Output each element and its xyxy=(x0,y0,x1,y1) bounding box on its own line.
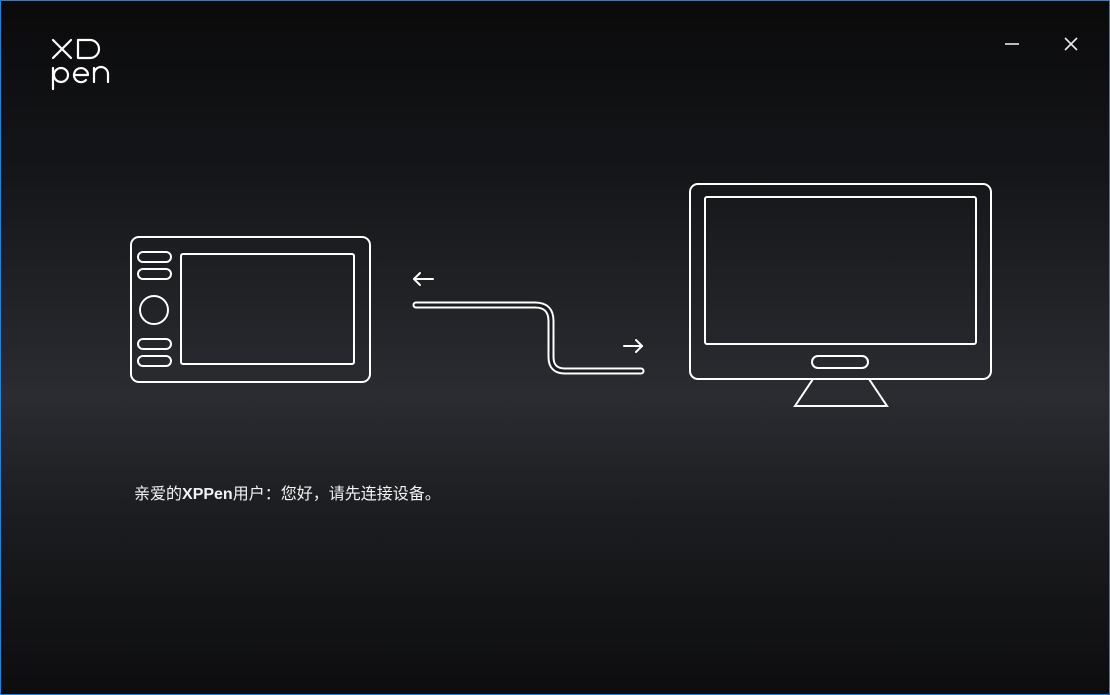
connect-device-illustration xyxy=(130,183,992,407)
message-brand: XPPen xyxy=(182,486,233,503)
message-suffix: 用户：您好，请先连接设备。 xyxy=(232,484,441,503)
connect-device-message: 亲爱的XPPen用户：您好，请先连接设备。 xyxy=(134,482,441,507)
message-prefix: 亲爱的 xyxy=(134,484,183,503)
computer-monitor-icon xyxy=(689,183,992,407)
arrow-right-icon xyxy=(623,339,643,353)
usb-cable-icon xyxy=(412,301,645,375)
arrow-left-icon xyxy=(413,272,434,286)
app-window: 亲爱的XPPen用户：您好，请先连接设备。 xyxy=(0,0,1110,695)
drawing-tablet-icon xyxy=(130,236,371,383)
